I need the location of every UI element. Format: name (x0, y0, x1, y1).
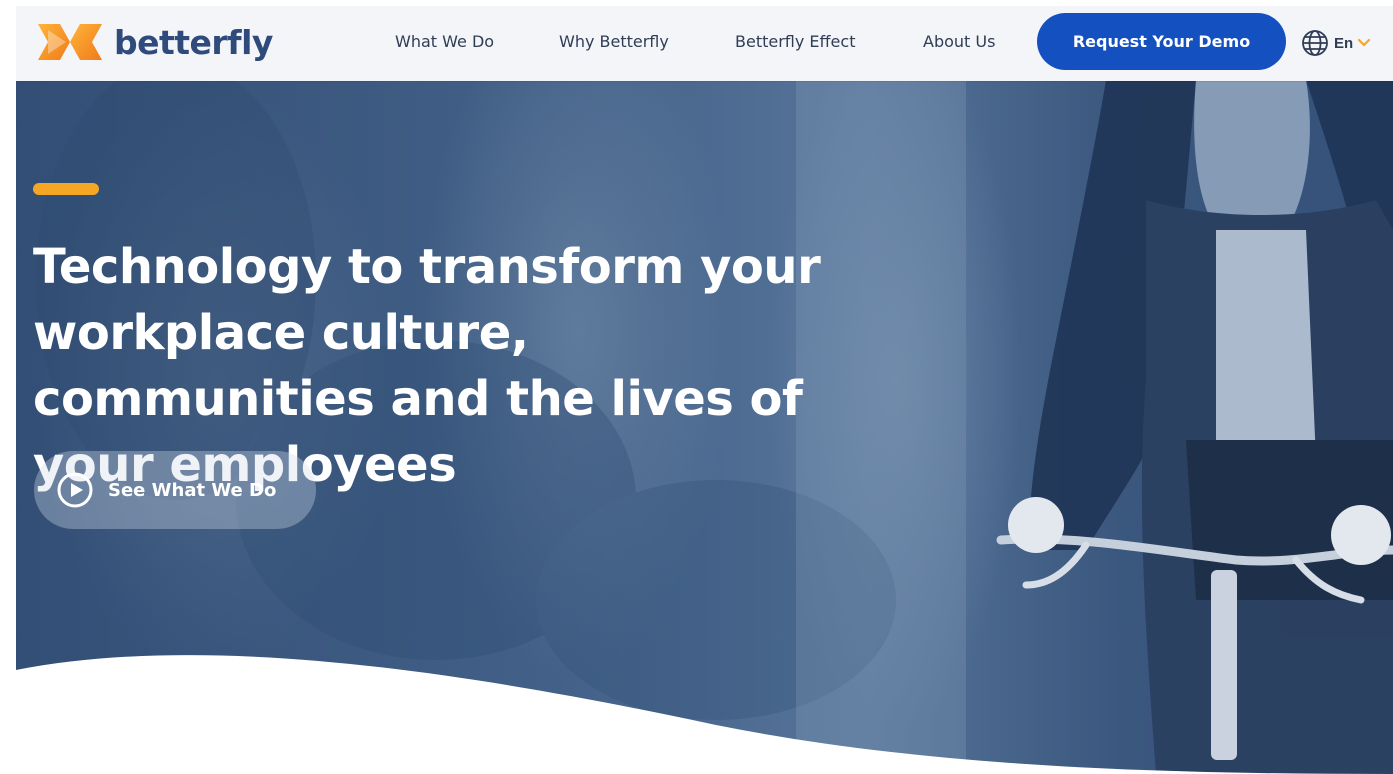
request-demo-button[interactable]: Request Your Demo (1037, 13, 1286, 70)
nav-what-we-do[interactable]: What We Do (395, 32, 494, 51)
chevron-down-icon (1358, 38, 1371, 47)
see-what-we-do-button[interactable]: See What We Do (34, 451, 316, 529)
hero-wave-divider (16, 655, 1393, 774)
butterfly-logo-icon (38, 24, 102, 60)
globe-icon (1302, 30, 1328, 56)
see-what-we-do-label: See What We Do (108, 479, 277, 501)
site-header: betterfly What We Do Why Betterfly Bette… (16, 6, 1393, 81)
language-selector[interactable]: En (1300, 28, 1371, 58)
nav-betterfly-effect[interactable]: Betterfly Effect (735, 32, 855, 51)
nav-why-betterfly[interactable]: Why Betterfly (559, 32, 669, 51)
language-label: En (1334, 34, 1354, 52)
logo[interactable]: betterfly (36, 20, 273, 64)
page-gutter (0, 0, 16, 774)
hero-section: Technology to transform your workplace c… (16, 80, 1393, 774)
logo-wordmark: betterfly (114, 22, 273, 62)
play-circle-icon (57, 472, 93, 508)
accent-bar (33, 183, 99, 195)
nav-about-us[interactable]: About Us (923, 32, 995, 51)
